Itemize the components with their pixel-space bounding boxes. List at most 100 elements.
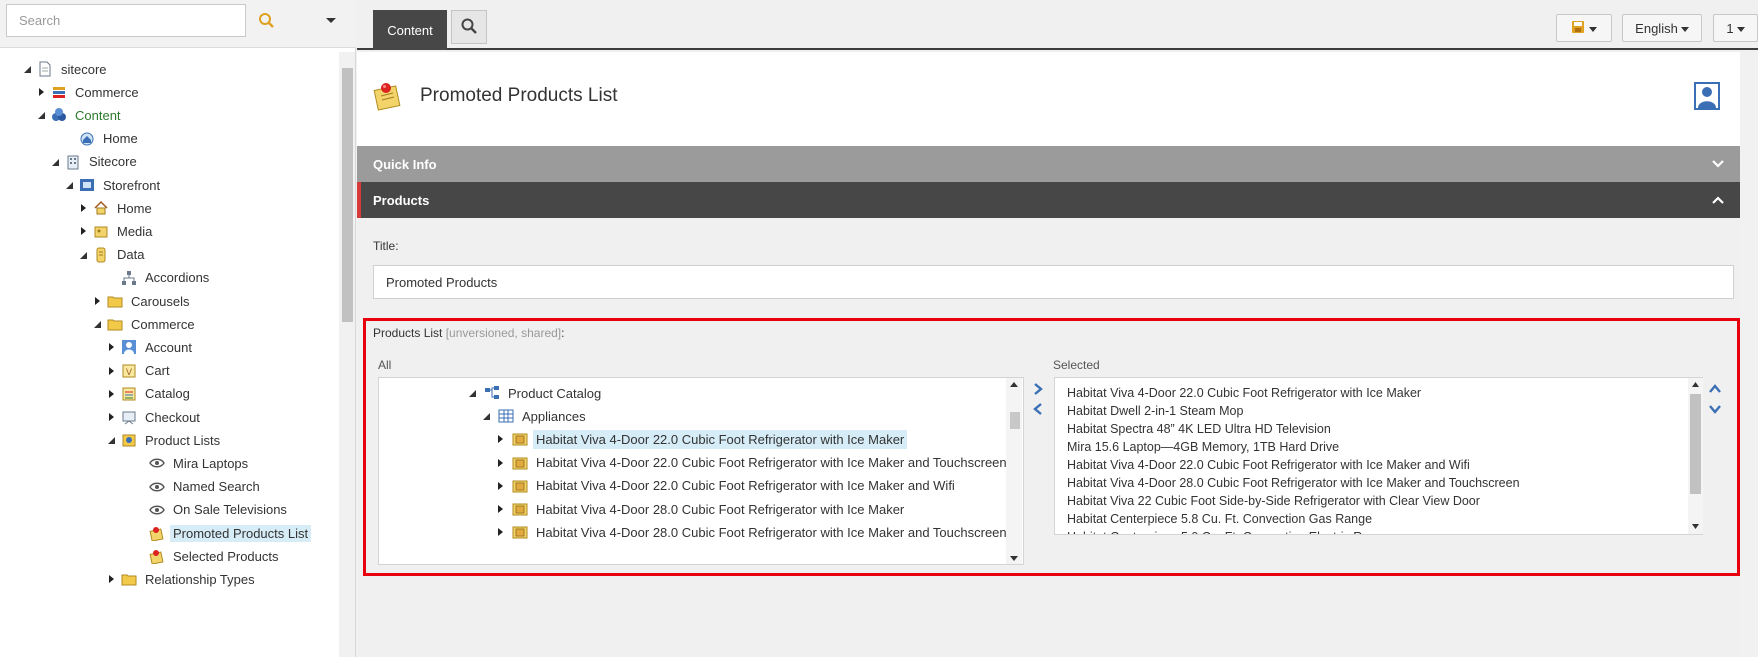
tree-node-label[interactable]: Sitecore — [86, 153, 140, 170]
title-field-input[interactable] — [373, 265, 1734, 299]
expand-toggle-icon[interactable] — [104, 572, 118, 586]
tree-node[interactable]: Account — [104, 336, 195, 358]
user-icon[interactable] — [1694, 82, 1720, 110]
selected-list-item[interactable]: Mira 15.6 Laptop—4GB Memory, 1TB Hard Dr… — [1055, 438, 1702, 456]
tree-node-label[interactable]: Commerce — [72, 84, 142, 101]
tree-node-label[interactable]: Commerce — [128, 316, 198, 333]
tree-node-label[interactable]: Named Search — [170, 478, 263, 495]
all-tree-node[interactable]: Habitat Viva 4-Door 28.0 Cubic Foot Refr… — [493, 521, 1010, 543]
tab-content[interactable]: Content — [373, 10, 447, 50]
tree-node[interactable]: Relationship Types — [104, 568, 258, 590]
tree-node[interactable]: Data — [76, 244, 147, 266]
expand-toggle-icon[interactable] — [493, 525, 507, 539]
tree-node[interactable]: Promoted Products List — [132, 522, 312, 544]
tree-node-label[interactable]: On Sale Televisions — [170, 501, 290, 518]
collapse-toggle-icon[interactable] — [34, 108, 48, 122]
collapse-toggle-icon[interactable] — [62, 178, 76, 192]
selected-list-item[interactable]: Habitat Centerpiece 5.8 Cu. Ft. Convecti… — [1055, 510, 1702, 528]
move-up-arrow-icon[interactable] — [1707, 381, 1723, 397]
tree-node-label[interactable]: Selected Products — [170, 548, 282, 565]
search-dropdown-icon[interactable] — [318, 8, 344, 34]
expand-toggle-icon[interactable] — [90, 294, 104, 308]
expand-toggle-icon[interactable] — [34, 85, 48, 99]
collapse-toggle-icon[interactable] — [465, 386, 479, 400]
tree-node[interactable]: Selected Products — [132, 545, 282, 567]
tree-node[interactable]: Named Search — [132, 476, 263, 498]
section-quick-info[interactable]: Quick Info — [357, 146, 1740, 182]
tree-node-label[interactable]: Product Lists — [142, 432, 223, 449]
search-icon[interactable] — [254, 8, 280, 34]
tree-node[interactable]: sitecore — [20, 58, 110, 80]
collapse-toggle-icon[interactable] — [479, 409, 493, 423]
tree-node[interactable]: Media — [76, 220, 155, 242]
all-tree-node-label[interactable]: Habitat Viva 4-Door 28.0 Cubic Foot Refr… — [533, 523, 1010, 542]
selected-list-item[interactable]: Habitat Viva 4-Door 22.0 Cubic Foot Refr… — [1055, 384, 1702, 402]
version-dropdown-button[interactable]: 1 — [1713, 14, 1758, 42]
tree-node[interactable]: Mira Laptops — [132, 452, 251, 474]
tree-scrollbar-thumb[interactable] — [342, 68, 353, 322]
move-down-arrow-icon[interactable] — [1707, 401, 1723, 417]
expand-toggle-icon[interactable] — [493, 479, 507, 493]
tree-node[interactable]: Commerce — [34, 81, 142, 103]
section-products[interactable]: Products — [357, 182, 1740, 218]
all-tree-node[interactable]: Habitat Viva 4-Door 22.0 Cubic Foot Refr… — [493, 475, 958, 497]
tree-node[interactable]: Content — [34, 104, 124, 126]
collapse-toggle-icon[interactable] — [104, 433, 118, 447]
selected-list-item[interactable]: Habitat Centerpiece 5.0 Cu. Ft. Convecti… — [1055, 528, 1702, 534]
all-tree-node-label[interactable]: Habitat Viva 4-Door 22.0 Cubic Foot Refr… — [533, 476, 958, 495]
tree-node[interactable]: V Cart — [104, 360, 173, 382]
tree-node-label[interactable]: Accordions — [142, 269, 212, 286]
all-tree-node-label[interactable]: Product Catalog — [505, 384, 604, 403]
tree-node[interactable]: Storefront — [62, 174, 163, 196]
all-tree-node[interactable]: Habitat Viva 4-Door 22.0 Cubic Foot Refr… — [493, 428, 908, 450]
all-list-scrollbar-thumb[interactable] — [1010, 412, 1020, 429]
expand-toggle-icon[interactable] — [104, 410, 118, 424]
expand-toggle-icon[interactable] — [493, 502, 507, 516]
tree-node[interactable]: On Sale Televisions — [132, 499, 290, 521]
expand-toggle-icon[interactable] — [104, 340, 118, 354]
collapse-toggle-icon[interactable] — [90, 317, 104, 331]
tree-node[interactable]: Accordions — [104, 267, 212, 289]
move-left-arrow-icon[interactable] — [1030, 401, 1046, 417]
tree-node-label[interactable]: Promoted Products List — [170, 524, 312, 542]
all-list-scrollbar[interactable] — [1006, 378, 1022, 564]
all-tree-node[interactable]: Habitat Viva 4-Door 28.0 Cubic Foot Refr… — [493, 498, 907, 520]
tree-node-label[interactable]: Data — [114, 246, 147, 263]
tree-node-label[interactable]: sitecore — [58, 61, 110, 78]
tree-node[interactable]: Catalog — [104, 383, 193, 405]
expand-toggle-icon[interactable] — [493, 456, 507, 470]
tree-node[interactable]: Home — [62, 128, 141, 150]
tree-node-label[interactable]: Mira Laptops — [170, 455, 251, 472]
expand-toggle-icon[interactable] — [76, 224, 90, 238]
tree-node-label[interactable]: Home — [100, 130, 141, 147]
expand-toggle-icon[interactable] — [104, 364, 118, 378]
tree-node-label[interactable]: Checkout — [142, 409, 203, 426]
tab-search[interactable] — [451, 10, 487, 44]
selected-list-item[interactable]: Habitat Dwell 2-in-1 Steam Mop — [1055, 402, 1702, 420]
tree-node[interactable]: Home — [76, 197, 155, 219]
tree-node[interactable]: Checkout — [104, 406, 203, 428]
collapse-toggle-icon[interactable] — [20, 62, 34, 76]
all-tree-node[interactable]: Product Catalog — [465, 382, 604, 404]
all-tree-node-label[interactable]: Appliances — [519, 407, 589, 426]
tree-node-label[interactable]: Catalog — [142, 385, 193, 402]
tree-node-label[interactable]: Carousels — [128, 293, 193, 310]
all-tree-node-label[interactable]: Habitat Viva 4-Door 22.0 Cubic Foot Refr… — [533, 453, 1010, 472]
all-tree-node-label[interactable]: Habitat Viva 4-Door 22.0 Cubic Foot Refr… — [533, 429, 908, 449]
language-dropdown-button[interactable]: English — [1622, 14, 1702, 42]
all-tree-node-label[interactable]: Habitat Viva 4-Door 28.0 Cubic Foot Refr… — [533, 500, 907, 519]
selected-products-list[interactable]: Habitat Viva 4-Door 22.0 Cubic Foot Refr… — [1054, 377, 1703, 535]
tree-node-label[interactable]: Media — [114, 223, 155, 240]
move-right-arrow-icon[interactable] — [1030, 381, 1046, 397]
selected-list-item[interactable]: Habitat Spectra 48” 4K LED Ultra HD Tele… — [1055, 420, 1702, 438]
selected-list-scrollbar-thumb[interactable] — [1690, 394, 1701, 494]
tree-node-label[interactable]: Home — [114, 200, 155, 217]
all-tree-node[interactable]: Habitat Viva 4-Door 22.0 Cubic Foot Refr… — [493, 452, 1010, 474]
expand-toggle-icon[interactable] — [493, 432, 507, 446]
collapse-toggle-icon[interactable] — [48, 155, 62, 169]
expand-toggle-icon[interactable] — [76, 201, 90, 215]
tree-node[interactable]: Sitecore — [48, 151, 140, 173]
tree-node-label[interactable]: Content — [72, 107, 124, 124]
selected-list-item[interactable]: Habitat Viva 4-Door 22.0 Cubic Foot Refr… — [1055, 456, 1702, 474]
selected-list-item[interactable]: Habitat Viva 22 Cubic Foot Side-by-Side … — [1055, 492, 1702, 510]
